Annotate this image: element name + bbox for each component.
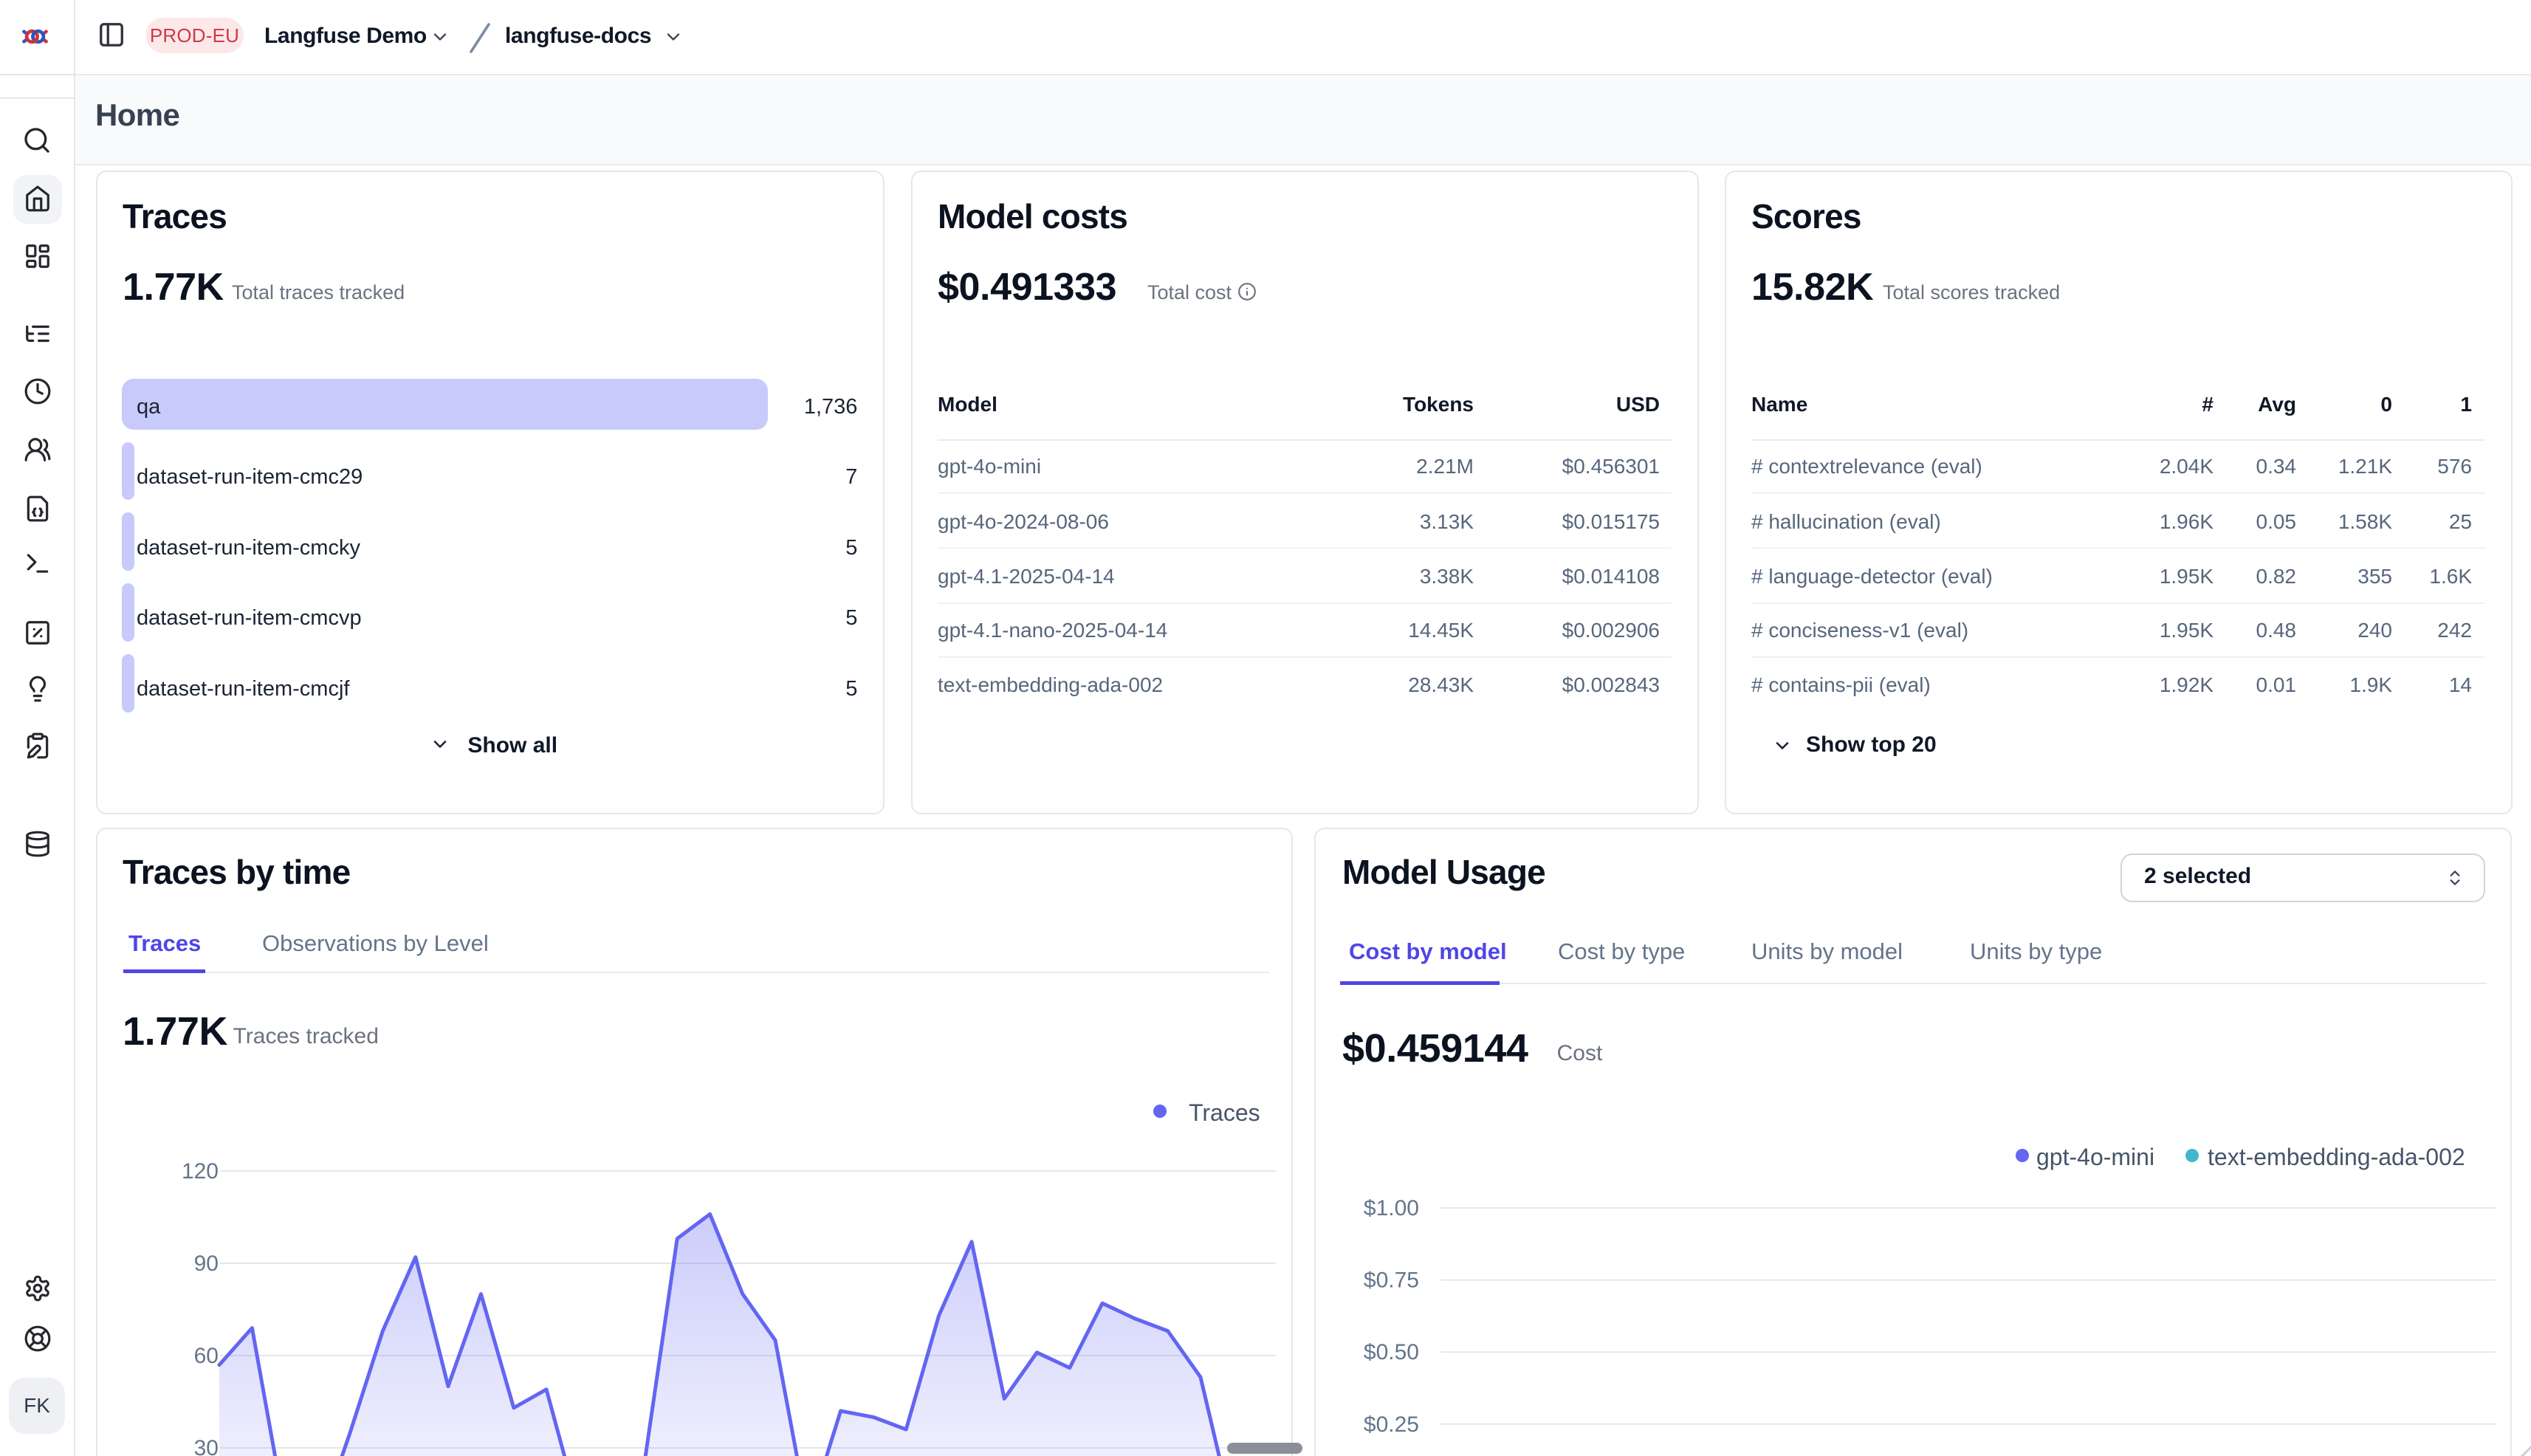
svg-text:60: 60 (194, 1344, 219, 1368)
svg-text:30: 30 (194, 1436, 219, 1456)
svg-text:$0.75: $0.75 (1364, 1268, 1419, 1293)
svg-text:120: 120 (182, 1159, 219, 1184)
svg-text:90: 90 (194, 1251, 219, 1276)
svg-text:$0.25: $0.25 (1364, 1412, 1419, 1437)
svg-text:$1.00: $1.00 (1364, 1196, 1419, 1220)
svg-text:$0.50: $0.50 (1364, 1340, 1419, 1364)
